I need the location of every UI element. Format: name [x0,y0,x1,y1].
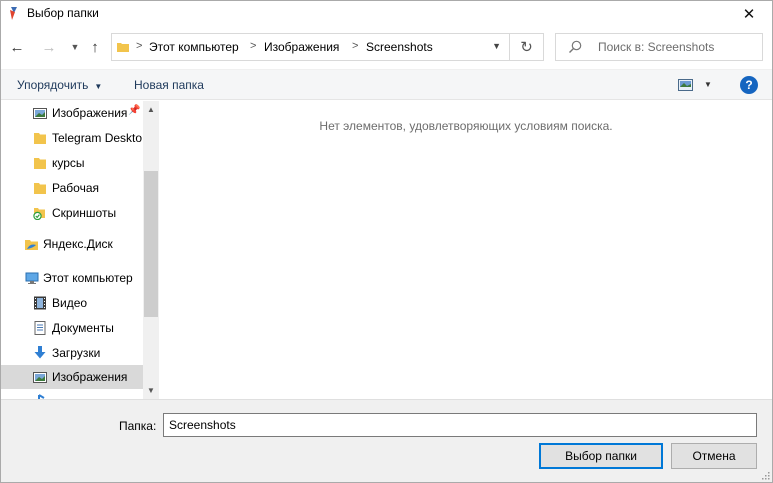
sidebar-item-label: Изображения [52,370,128,384]
breadcrumb-separator-icon: > [352,40,359,52]
folder-picker-dialog: Выбор папки ✕ ← → ▼ ↑ > Этот компьютер >… [0,0,773,483]
sidebar-item-label: Загрузки [52,346,101,360]
search-box[interactable]: Поиск в: Screenshots [555,33,763,61]
sidebar-item-label: курсы [52,156,85,170]
breadcrumb-pictures[interactable]: Изображения [264,40,339,54]
address-dropdown-icon[interactable]: ▼ [492,41,501,51]
view-dropdown-icon[interactable]: ▼ [704,80,712,89]
downloads-icon [34,346,46,359]
folder-icon [34,183,46,194]
folder-icon [34,158,46,169]
video-icon [34,296,46,310]
scroll-down-icon[interactable]: ▼ [143,382,159,399]
cancel-button[interactable]: Отмена [671,443,757,469]
sidebar-item-video[interactable]: Видео [1,291,143,315]
documents-icon [34,321,46,335]
pictures-icon [33,108,47,119]
sidebar-item-label: Видео [52,296,88,310]
refresh-button[interactable]: ↻ [510,33,544,61]
sidebar-item-pictures[interactable]: Изображения [1,365,143,389]
sidebar-item-this-pc[interactable]: Этот компьютер [1,266,143,290]
sidebar-item-label: Рабочая [52,181,99,195]
sidebar-item-label: Telegram Deskto [52,131,143,145]
navigation-pane: Изображения 📌 Telegram Deskto курсы Рабо… [1,101,159,399]
select-folder-button[interactable]: Выбор папки [539,443,663,469]
nav-scrollbar[interactable]: ▲ ▼ [143,101,159,399]
search-placeholder: Поиск в: Screenshots [598,40,715,54]
sidebar-item-yandex-disk[interactable]: Яндекс.Диск [1,232,143,256]
refresh-icon: ↻ [520,39,533,56]
close-button[interactable]: ✕ [726,1,772,27]
resize-grip-icon[interactable] [760,470,770,480]
yandex-disk-icon [25,240,38,250]
organize-label: Упорядочить [17,78,89,92]
new-folder-button[interactable]: Новая папка [134,78,204,92]
arrow-left-icon: ← [9,38,25,56]
breadcrumb-separator-icon: > [250,40,257,52]
computer-icon [25,272,39,284]
arrow-right-icon: → [41,38,57,56]
organize-menu[interactable]: Упорядочить ▼ [17,78,102,92]
breadcrumb-screenshots[interactable]: Screenshots [366,40,433,54]
caret-down-icon: ▼ [94,82,103,91]
folder-label: Папка: [119,419,157,433]
chevron-down-icon: ▼ [70,42,80,52]
sidebar-item-downloads[interactable]: Загрузки [1,341,143,365]
window-title: Выбор папки [27,6,99,20]
pictures-icon [33,372,47,383]
sidebar-item-label: Скриншоты [52,206,117,220]
sidebar-item-label: Яндекс.Диск [43,237,113,251]
folder-icon [34,133,46,144]
scrollbar-thumb[interactable] [144,171,158,317]
back-button[interactable]: ← [7,37,27,57]
sidebar-item-pictures-quick[interactable]: Изображения 📌 [1,101,143,125]
navigation-bar: ← → ▼ ↑ > Этот компьютер > Изображения >… [1,29,772,65]
title-bar[interactable]: Выбор папки ✕ [1,1,772,27]
breadcrumb-separator-icon: > [136,40,143,52]
sidebar-item-label: Изображения [52,106,128,120]
breadcrumb-this-pc[interactable]: Этот компьютер [149,40,239,54]
recent-locations-button[interactable]: ▼ [65,37,85,57]
sidebar-item-rabochaya[interactable]: Рабочая [1,176,143,200]
sidebar-item-kursy[interactable]: курсы [1,151,143,175]
help-icon[interactable]: ? [740,76,758,94]
sidebar-item-music-partial[interactable] [1,390,143,399]
command-bar: Упорядочить ▼ Новая папка ▼ ? [1,69,772,100]
synced-folder-icon [33,208,45,220]
sidebar-item-label: Документы [52,321,114,335]
file-list[interactable]: Нет элементов, удовлетворяющих условиям … [160,101,772,399]
pin-icon: 📌 [128,105,141,116]
sidebar-item-label: Этот компьютер [43,271,133,285]
arrow-up-icon: ↑ [91,38,99,56]
view-options-icon[interactable] [678,79,693,91]
sidebar-item-telegram[interactable]: Telegram Deskto [1,126,143,150]
folder-name-input[interactable] [163,413,757,437]
sidebar-item-skrinshoty[interactable]: Скриншоты [1,201,143,225]
address-bar[interactable]: > Этот компьютер > Изображения > Screens… [111,33,510,61]
app-icon [10,7,17,20]
empty-results-message: Нет элементов, удовлетворяющих условиям … [319,119,613,133]
up-button[interactable]: ↑ [85,37,105,57]
scroll-up-icon[interactable]: ▲ [143,101,159,118]
search-icon [569,40,582,53]
folder-icon [117,43,129,52]
close-icon: ✕ [742,6,756,23]
forward-button[interactable]: → [39,37,59,57]
sidebar-item-documents[interactable]: Документы [1,316,143,340]
dialog-footer: Папка: Выбор папки Отмена [1,399,772,482]
